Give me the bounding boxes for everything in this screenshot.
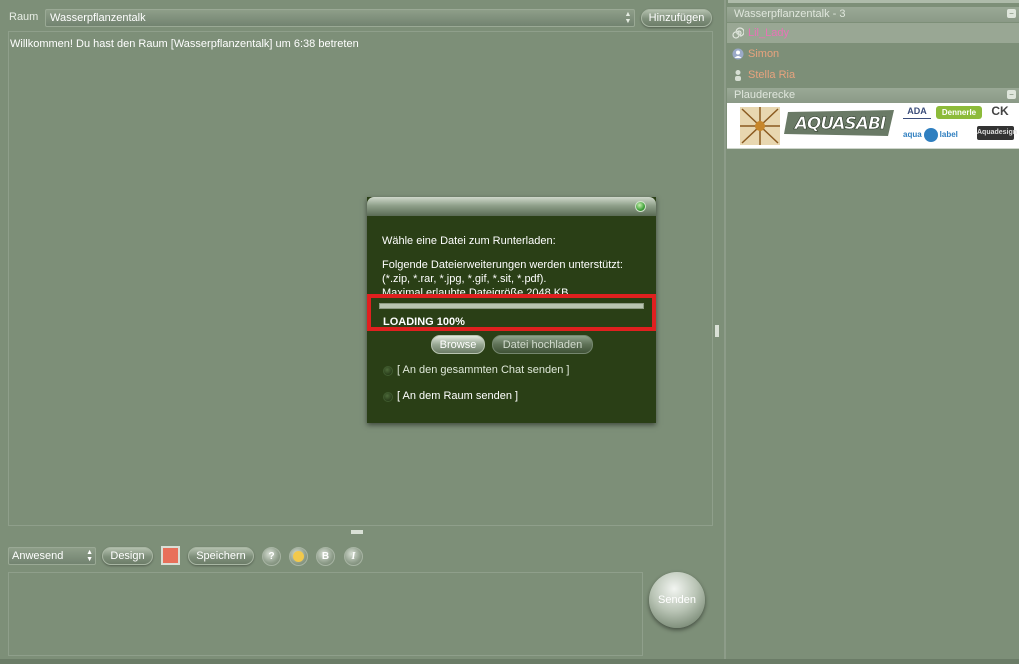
send-button[interactable]: Senden xyxy=(649,572,705,628)
send-to-all-label[interactable]: [ An den gesammten Chat senden ] xyxy=(397,364,569,376)
room-select-value: Wasserpflanzentalk xyxy=(50,12,146,24)
vertical-splitter-handle[interactable] xyxy=(715,325,719,337)
status-select-value: Anwesend xyxy=(12,550,64,562)
status-select[interactable]: Anwesend ▲ ▼ xyxy=(8,547,96,565)
browse-button[interactable]: Browse xyxy=(431,335,485,354)
collapse-icon[interactable]: − xyxy=(1007,9,1016,18)
bottom-border xyxy=(0,659,1019,664)
smiley-button[interactable] xyxy=(289,547,308,566)
dennerle-logo: Dennerle xyxy=(936,106,982,119)
chat-corner-header[interactable]: Plauderecke − xyxy=(727,88,1019,103)
users-header[interactable]: Wasserpflanzentalk - 3 − xyxy=(727,7,1019,22)
select-arrows-icon: ▲ ▼ xyxy=(86,549,93,563)
help-button[interactable]: ? xyxy=(262,547,281,566)
close-icon[interactable] xyxy=(635,201,646,212)
aquadesign-logo: Aquadesign xyxy=(977,126,1017,140)
user-item-stella-ria[interactable]: Stella Ria xyxy=(727,65,1019,85)
room-label: Raum xyxy=(9,11,39,23)
send-to-room-radio[interactable] xyxy=(383,392,393,402)
aquasabi-leaf-logo xyxy=(740,107,780,145)
users-header-title: Wasserpflanzentalk - 3 xyxy=(734,8,846,20)
aqua-label-text-1: aqua xyxy=(903,130,922,139)
text-color-swatch[interactable] xyxy=(161,546,180,565)
send-to-all-radio[interactable] xyxy=(383,366,393,376)
aqua-label-logo: aqua label xyxy=(903,126,973,144)
design-button[interactable]: Design xyxy=(102,547,153,565)
welcome-message: Willkommen! Du hast den Raum [Wasserpfla… xyxy=(10,38,359,50)
select-arrows-icon: ▲ ▼ xyxy=(624,11,632,25)
loading-status: LOADING 100% xyxy=(383,316,465,328)
top-border xyxy=(728,0,1019,3)
user-icon xyxy=(735,70,741,81)
message-input[interactable] xyxy=(8,572,643,656)
chat-corner-title: Plauderecke xyxy=(734,89,796,101)
supported-extensions-text: Folgende Dateierweiterungen werden unter… xyxy=(382,259,623,285)
bold-button[interactable]: B xyxy=(316,547,335,566)
dialog-prompt: Wähle eine Datei zum Runterladen: xyxy=(382,235,556,247)
send-to-room-label[interactable]: [ An dem Raum senden ] xyxy=(397,390,518,402)
user-name: Simon xyxy=(748,48,780,60)
user-item-simon[interactable]: Simon xyxy=(727,44,1019,64)
ck-logo: CK xyxy=(991,104,1009,118)
room-select[interactable]: Wasserpflanzentalk ▲ ▼ xyxy=(45,9,635,27)
dialog-titlebar[interactable] xyxy=(367,197,656,216)
horizontal-splitter-handle[interactable] xyxy=(351,530,363,534)
save-button[interactable]: Speichern xyxy=(188,547,254,565)
vertical-divider xyxy=(724,0,726,664)
collapse-icon[interactable]: − xyxy=(1007,90,1016,99)
user-item-lil-lady[interactable]: Lil_Lady xyxy=(727,23,1019,43)
aquasabi-wordmark-text: AQUASABI xyxy=(793,114,886,134)
user-name: Stella Ria xyxy=(748,69,796,81)
circle-icon xyxy=(923,127,938,142)
user-name: Lil_Lady xyxy=(748,27,789,39)
add-room-button[interactable]: Hinzufügen xyxy=(641,9,712,27)
aquasabi-wordmark: AQUASABI xyxy=(784,110,894,136)
progress-fill xyxy=(380,304,643,308)
aqua-label-text-2: label xyxy=(939,130,958,139)
male-user-icon xyxy=(732,48,744,60)
smiley-icon xyxy=(293,551,304,562)
ada-logo: ADA xyxy=(903,106,931,119)
upload-file-button[interactable]: Datei hochladen xyxy=(492,335,593,354)
spiral-icon xyxy=(732,27,744,39)
italic-button[interactable]: I xyxy=(344,547,363,566)
